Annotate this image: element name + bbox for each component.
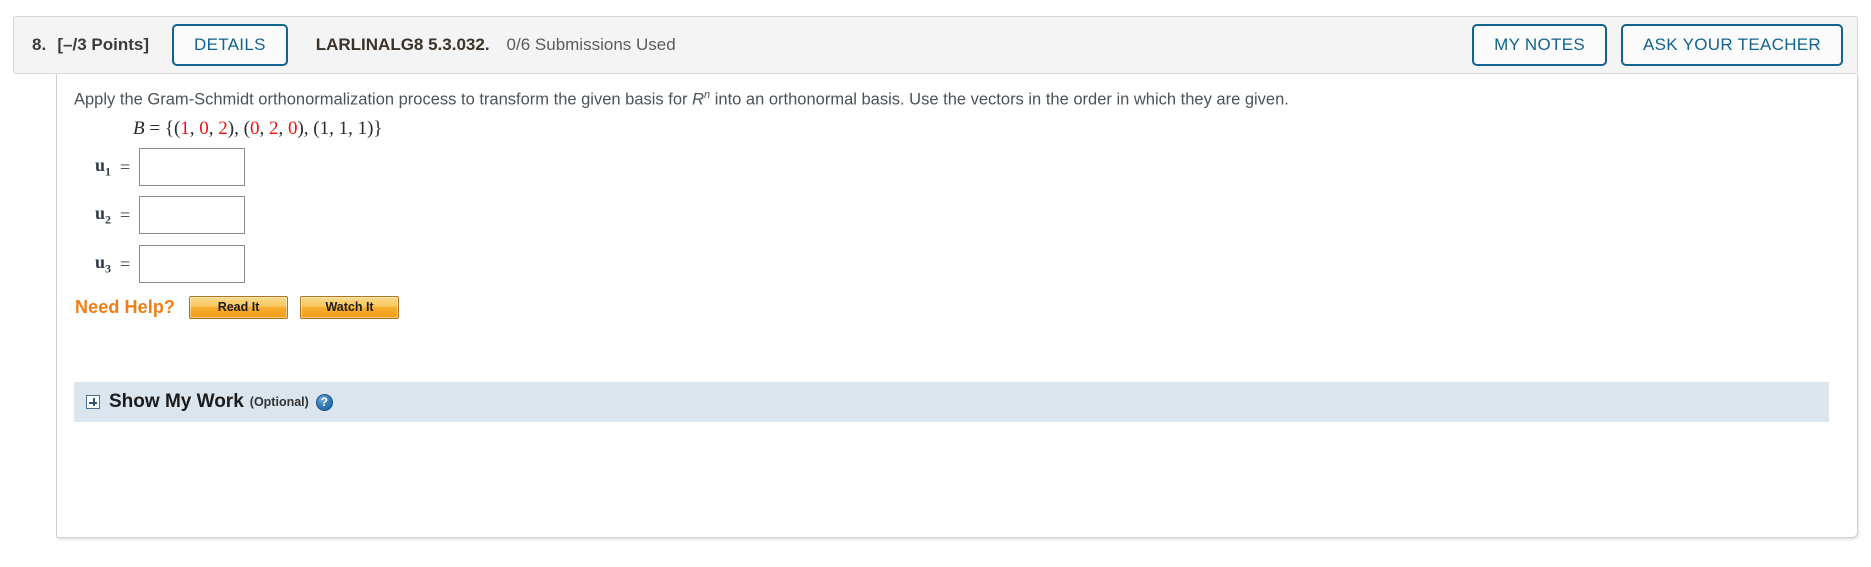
question-content-area: Apply the Gram-Schmidt orthonormalizatio… xyxy=(56,74,1858,538)
basis-close-brace: } xyxy=(373,118,383,139)
answer-input-u2[interactable] xyxy=(139,196,246,234)
watch-it-button[interactable]: Watch It xyxy=(300,296,400,319)
answer-row-u3: u3 = xyxy=(67,245,246,283)
basis-equation: B = {(1, 0, 2), (0, 2, 0), (1, 1, 1)} xyxy=(133,118,383,140)
basis-v2-c1: 0 xyxy=(249,118,260,139)
problem-statement: Apply the Gram-Schmidt orthonormalizatio… xyxy=(74,88,1289,111)
answer-input-u3[interactable] xyxy=(139,245,246,283)
question-points: [–/3 Points] xyxy=(57,35,150,54)
answer-label-u1: u1 xyxy=(94,154,111,179)
basis-v1-c1: 1 xyxy=(180,118,190,139)
basis-v2-c3: 0 xyxy=(287,118,298,139)
answer-input-u1[interactable] xyxy=(139,148,246,186)
answer-equals-u1: = xyxy=(120,156,131,177)
help-circle-icon[interactable]: ? xyxy=(315,393,333,411)
basis-vector-2: (0, 2, 0) xyxy=(243,118,304,139)
problem-statement-part1: Apply the Gram-Schmidt orthonormalizatio… xyxy=(74,90,693,109)
basis-vector-1: (1, 0, 2) xyxy=(173,118,235,139)
answer-row-u1: u1 = xyxy=(67,148,246,186)
submissions-used: 0/6 Submissions Used xyxy=(506,35,676,54)
basis-vectors: {(1, 0, 2), (0, 2, 0), (1, 1, 1)} xyxy=(164,118,383,139)
show-my-work-title: Show My Work xyxy=(109,391,244,412)
answer-equals-u3: = xyxy=(120,253,131,274)
basis-v1-c2: 0 xyxy=(199,118,209,139)
problem-statement-part2: into an orthonormal basis. Use the vecto… xyxy=(710,90,1289,109)
basis-v3-c1: 1 xyxy=(319,118,330,139)
need-help-row: Need Help? Read It Watch It xyxy=(75,296,400,319)
basis-v3-c3: 1 xyxy=(357,118,368,139)
question-number: 8. xyxy=(32,35,47,54)
show-my-work-bar[interactable]: Show My Work (Optional) ? xyxy=(74,382,1829,422)
answer-label-u3: u3 xyxy=(94,251,111,276)
plus-box-icon[interactable] xyxy=(86,395,100,409)
assignment-question-panel: 8. [–/3 Points] DETAILS LARLINALG8 5.3.0… xyxy=(0,0,1871,567)
answer-equals-u2: = xyxy=(120,204,131,225)
basis-name: B xyxy=(133,118,145,139)
basis-v1-c3: 2 xyxy=(218,118,228,139)
problem-statement-variable: R xyxy=(692,90,705,109)
question-header-bar: 8. [–/3 Points] DETAILS LARLINALG8 5.3.0… xyxy=(13,16,1858,74)
ask-your-teacher-button[interactable]: ASK YOUR TEACHER xyxy=(1621,24,1843,66)
answer-row-u2: u2 = xyxy=(67,196,246,234)
textbook-reference: LARLINALG8 5.3.032. xyxy=(315,35,490,54)
basis-v2-c2: 2 xyxy=(268,118,279,139)
read-it-button[interactable]: Read It xyxy=(189,296,289,319)
my-notes-button[interactable]: MY NOTES xyxy=(1472,24,1607,66)
basis-equals: = xyxy=(149,118,161,139)
answer-label-u2: u2 xyxy=(94,202,111,227)
basis-v3-c2: 1 xyxy=(338,118,349,139)
basis-open-brace: { xyxy=(164,118,174,139)
show-my-work-optional: (Optional) xyxy=(249,395,309,409)
basis-vector-3: (1, 1, 1) xyxy=(313,118,374,139)
need-help-label: Need Help? xyxy=(75,297,176,317)
details-button[interactable]: DETAILS xyxy=(172,24,288,66)
